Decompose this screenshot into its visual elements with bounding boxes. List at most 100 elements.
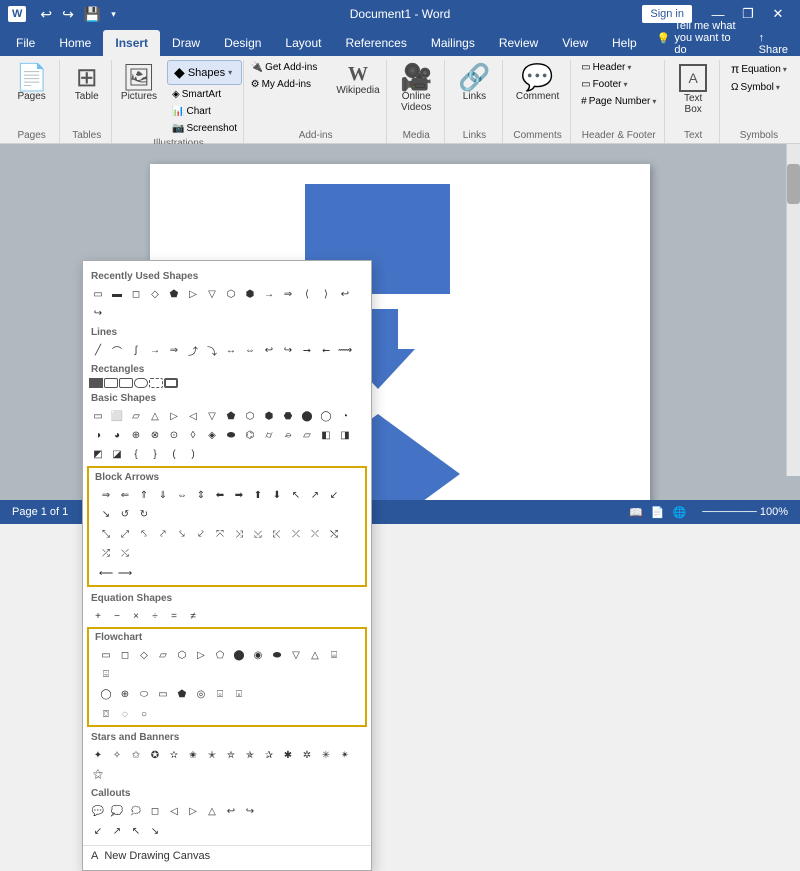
shape-item[interactable]: ⬟ bbox=[173, 685, 191, 703]
pages-button[interactable]: 📄 Pages bbox=[9, 60, 53, 106]
shape-item[interactable]: ▷ bbox=[165, 407, 183, 425]
shape-item[interactable]: ⌼ bbox=[97, 705, 115, 723]
shape-item[interactable]: → bbox=[260, 285, 278, 303]
shape-item[interactable]: ◎ bbox=[192, 685, 210, 703]
shape-item[interactable]: ✦ bbox=[89, 746, 107, 764]
my-addins-button[interactable]: ⚙ My Add-ins bbox=[246, 77, 323, 92]
shape-item[interactable]: ⬤ bbox=[298, 407, 316, 425]
shape-item[interactable]: ⌒ bbox=[108, 341, 126, 359]
shape-item[interactable]: ▭ bbox=[89, 407, 107, 425]
shape-item[interactable]: ✲ bbox=[298, 746, 316, 764]
shape-item[interactable]: ✧ bbox=[108, 746, 126, 764]
web-layout-icon[interactable]: 🌐 bbox=[673, 506, 687, 519]
screenshot-button[interactable]: 📷 Screenshot bbox=[167, 121, 242, 136]
shape-item[interactable]: ↻ bbox=[135, 505, 153, 523]
new-drawing-canvas-button[interactable]: A New Drawing Canvas bbox=[83, 845, 371, 866]
read-mode-icon[interactable]: 📖 bbox=[629, 506, 643, 519]
online-videos-button[interactable]: 🎥 OnlineVideos bbox=[394, 60, 438, 117]
undo-button[interactable]: ↩ bbox=[36, 4, 56, 25]
shape-item[interactable]: ▷ bbox=[184, 285, 202, 303]
shape-item[interactable]: ▱ bbox=[127, 407, 145, 425]
shape-item[interactable]: ▭ bbox=[154, 685, 172, 703]
shape-item[interactable]: ⤤ bbox=[154, 525, 172, 543]
shape-item[interactable]: − bbox=[108, 607, 126, 625]
shape-item[interactable]: 🗯 bbox=[127, 802, 145, 820]
smartart-button[interactable]: ◈ SmartArt bbox=[167, 87, 242, 102]
shape-item[interactable]: ⤮ bbox=[97, 544, 115, 562]
shape-item[interactable]: ⊕ bbox=[116, 685, 134, 703]
shape-item[interactable]: ⭢ bbox=[298, 341, 316, 359]
shape-item[interactable]: ⬢ bbox=[260, 407, 278, 425]
shape-item[interactable]: ⬇ bbox=[268, 486, 286, 504]
table-button[interactable]: ⊞ Table bbox=[69, 60, 105, 106]
shape-item[interactable]: ⤵ bbox=[203, 341, 221, 359]
shape-item[interactable]: ◊ bbox=[184, 426, 202, 444]
shape-item[interactable]: } bbox=[146, 445, 164, 463]
shape-item[interactable]: ▷ bbox=[184, 802, 202, 820]
shape-item[interactable]: ⌹ bbox=[97, 665, 115, 683]
shape-item[interactable]: ◑ bbox=[89, 426, 107, 444]
symbol-button[interactable]: Ω Symbol ▾ bbox=[726, 80, 792, 95]
shape-item[interactable]: ⌭ bbox=[260, 426, 278, 444]
links-button[interactable]: 🔗 Links bbox=[452, 60, 496, 106]
shape-item[interactable]: ✩ bbox=[127, 746, 145, 764]
shape-item[interactable]: ▬ bbox=[108, 285, 126, 303]
chart-button[interactable]: 📊 Chart bbox=[167, 104, 242, 119]
shape-item[interactable]: ⭠ bbox=[317, 341, 335, 359]
shape-item[interactable]: ⬟ bbox=[165, 285, 183, 303]
shape-item[interactable]: ⤦ bbox=[192, 525, 210, 543]
shape-item[interactable]: ⬬ bbox=[268, 646, 286, 664]
shape-item[interactable]: ⬢ bbox=[241, 285, 259, 303]
shape-item[interactable]: ◻ bbox=[146, 802, 164, 820]
shape-item[interactable]: △ bbox=[306, 646, 324, 664]
shape-item[interactable]: ⟶ bbox=[116, 564, 134, 582]
shape-item[interactable]: ✪ bbox=[146, 746, 164, 764]
shape-item[interactable]: ⤭ bbox=[325, 525, 343, 543]
shape-item[interactable]: ↗ bbox=[306, 486, 324, 504]
shape-item[interactable]: ▱ bbox=[154, 646, 172, 664]
tab-view[interactable]: View bbox=[550, 30, 600, 56]
shape-item[interactable]: ⇕ bbox=[192, 486, 210, 504]
shape-item[interactable]: ✯ bbox=[241, 746, 259, 764]
shape-item[interactable]: ↔ bbox=[222, 341, 240, 359]
shape-item[interactable]: ⬆ bbox=[249, 486, 267, 504]
shape-item[interactable]: ↪ bbox=[279, 341, 297, 359]
shape-item[interactable]: ✴ bbox=[336, 746, 354, 764]
shape-item[interactable]: ✳ bbox=[317, 746, 335, 764]
comment-button[interactable]: 💬 Comment bbox=[510, 60, 565, 106]
shape-item[interactable]: ⤧ bbox=[211, 525, 229, 543]
redo-button[interactable]: ↪ bbox=[58, 4, 78, 25]
shape-item[interactable]: △ bbox=[203, 802, 221, 820]
shape-item[interactable]: ⊕ bbox=[127, 426, 145, 444]
shape-item[interactable]: ⊙ bbox=[165, 426, 183, 444]
shape-item[interactable]: ▽ bbox=[203, 407, 221, 425]
shape-item[interactable]: ⟿ bbox=[336, 341, 354, 359]
shape-item[interactable]: × bbox=[127, 607, 145, 625]
shape-item[interactable]: ⬣ bbox=[279, 407, 297, 425]
shape-item[interactable]: ⬜ bbox=[108, 407, 126, 425]
share-button[interactable]: ↑ Share bbox=[751, 32, 796, 56]
shape-item[interactable]: ⏥ bbox=[298, 426, 316, 444]
shape-item[interactable]: ◨ bbox=[336, 426, 354, 444]
shape-item[interactable]: ◉ bbox=[249, 646, 267, 664]
shape-item[interactable]: ↖ bbox=[127, 822, 145, 840]
shape-item[interactable]: ◕ bbox=[108, 426, 126, 444]
shape-item[interactable]: ◯ bbox=[317, 407, 335, 425]
shape-item[interactable]: ✮ bbox=[222, 746, 240, 764]
pictures-button[interactable]: 🖼 Pictures bbox=[115, 60, 163, 106]
tell-me-box[interactable]: 💡 Tell me what you want to do bbox=[649, 20, 751, 56]
shape-item[interactable]: ✫ bbox=[165, 746, 183, 764]
header-button[interactable]: ▭ Header ▾ bbox=[576, 60, 661, 75]
shape-item[interactable]: ⬟ bbox=[222, 407, 240, 425]
shape-item[interactable] bbox=[104, 378, 118, 388]
shape-item[interactable]: ↘ bbox=[97, 505, 115, 523]
shape-item[interactable]: ↘ bbox=[146, 822, 164, 840]
shape-item[interactable]: ≠ bbox=[184, 607, 202, 625]
shape-item[interactable]: ⟵ bbox=[97, 564, 115, 582]
shape-item[interactable]: ↩ bbox=[336, 285, 354, 303]
shape-item[interactable]: ⇒ bbox=[165, 341, 183, 359]
tab-review[interactable]: Review bbox=[487, 30, 550, 56]
shape-item[interactable]: = bbox=[165, 607, 183, 625]
shape-item[interactable]: ⇐ bbox=[116, 486, 134, 504]
shape-item[interactable]: ↙ bbox=[325, 486, 343, 504]
